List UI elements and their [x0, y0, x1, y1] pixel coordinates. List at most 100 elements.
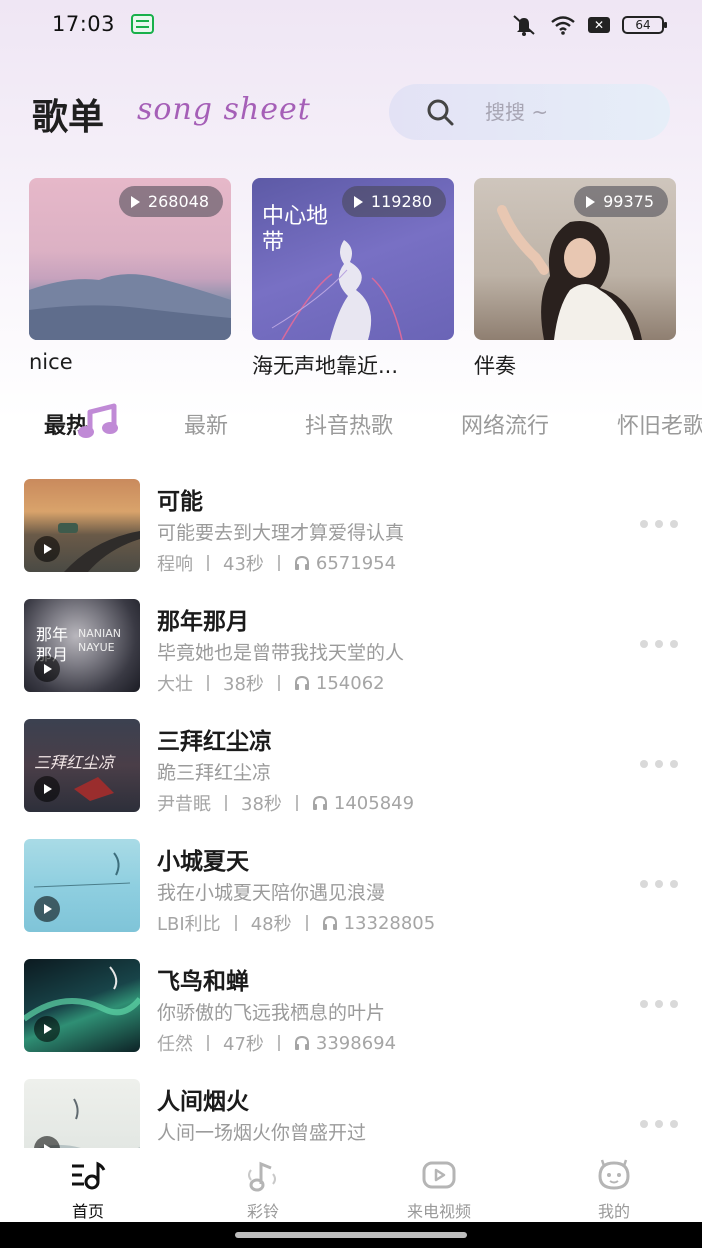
playlist-card[interactable]: 中心地带 119280 海无声地靠近...	[252, 178, 454, 380]
more-options-icon[interactable]	[640, 760, 678, 768]
meta-divider	[225, 795, 227, 811]
playlist-cover[interactable]: 99375	[474, 178, 676, 340]
tab-internet-popular[interactable]: 网络流行	[461, 408, 549, 440]
playlist-title[interactable]: 海无声地靠近...	[252, 350, 454, 380]
meta-divider	[234, 915, 237, 931]
video-play-icon	[422, 1161, 456, 1189]
song-duration: 38秒	[241, 794, 282, 815]
song-artist: 任然	[157, 1034, 193, 1055]
song-lyric: 人间一场烟火你曾盛开过	[157, 1122, 367, 1144]
cover-play-icon[interactable]	[34, 536, 60, 562]
song-cover[interactable]: 那年那月 NANIAN NAYUE	[24, 599, 140, 692]
song-lyric: 你骄傲的飞远我栖息的叶片	[157, 1002, 386, 1024]
song-cover[interactable]	[24, 479, 140, 572]
bottom-navigation: 首页 彩铃 来电视频 我的	[0, 1148, 702, 1222]
meta-divider	[295, 795, 298, 811]
song-plays: 154062	[315, 672, 385, 694]
song-title: 三拜红尘凉	[157, 729, 272, 755]
nav-label: 首页	[71, 1202, 104, 1221]
featured-playlists: 268048 nice 中心地带 119280 海无声地靠近... 99375 …	[29, 178, 679, 383]
playlist-card[interactable]: 99375 伴奏	[474, 178, 676, 380]
headphones-icon	[294, 555, 309, 570]
meta-divider	[277, 675, 280, 691]
song-artist: 大壮	[157, 674, 193, 695]
song-plays: 1405849	[333, 792, 415, 814]
cover-text-en: NANIAN NAYUE	[78, 627, 121, 654]
more-options-icon[interactable]	[640, 520, 678, 528]
nav-call-video[interactable]: 来电视频	[379, 1148, 499, 1222]
battery-icon: 64	[622, 16, 667, 34]
song-row[interactable]: 三拜红尘凉 三拜红尘凉 跪三拜红尘凉 尹昔眠 38秒 1405849	[0, 710, 702, 830]
play-icon	[353, 195, 363, 208]
playlist-cover[interactable]: 268048	[29, 178, 231, 340]
headphones-icon	[322, 915, 337, 930]
cover-text: 中心地带	[262, 204, 329, 255]
play-count-badge: 99375	[574, 186, 668, 217]
meta-divider	[277, 555, 280, 571]
meta-divider	[277, 1035, 280, 1051]
song-plays: 3398694	[315, 1032, 397, 1054]
profile-face-icon	[598, 1159, 630, 1190]
song-meta: 任然 47秒 3398694	[157, 1030, 396, 1056]
playlist-cover[interactable]: 中心地带 119280	[252, 178, 454, 340]
song-cover[interactable]	[24, 1079, 140, 1148]
cover-play-icon[interactable]	[34, 776, 60, 802]
system-home-indicator[interactable]	[0, 1222, 702, 1248]
song-meta: 尹昔眠 38秒 1405849	[157, 790, 414, 816]
song-meta: 程响 43秒 6571954	[157, 550, 396, 576]
cover-play-icon[interactable]	[34, 896, 60, 922]
song-meta: 大壮 38秒 154062	[157, 670, 385, 696]
song-row[interactable]: 小城夏天 我在小城夏天陪你遇见浪漫 LBI利比 48秒 13328805	[0, 830, 702, 950]
song-row[interactable]: 飞鸟和蝉 你骄傲的飞远我栖息的叶片 任然 47秒 3398694	[0, 950, 702, 1070]
nav-ringtone[interactable]: 彩铃	[203, 1148, 323, 1222]
playlist-title[interactable]: nice	[29, 350, 231, 374]
status-icons: ✕ 64	[510, 14, 667, 36]
song-row[interactable]: 那年那月 NANIAN NAYUE 那年那月 毕竟她也是曾带我找天堂的人 大壮 …	[0, 590, 702, 710]
more-options-icon[interactable]	[640, 880, 678, 888]
nav-home[interactable]: 首页	[28, 1148, 148, 1222]
play-count: 99375	[603, 192, 654, 211]
meta-divider	[207, 1035, 209, 1051]
search-input[interactable]	[485, 100, 665, 124]
song-row[interactable]: 可能 可能要去到大理才算爱得认真 程响 43秒 6571954	[0, 470, 702, 590]
page-title-script: song sheet	[137, 92, 311, 127]
tab-newest[interactable]: 最新	[184, 408, 228, 440]
cover-play-icon[interactable]	[34, 1016, 60, 1042]
play-count-badge: 119280	[341, 186, 446, 217]
song-plays: 6571954	[315, 552, 397, 574]
song-title: 那年那月	[157, 609, 249, 635]
cover-play-icon[interactable]	[34, 656, 60, 682]
song-cover[interactable]: 三拜红尘凉	[24, 719, 140, 812]
more-options-icon[interactable]	[640, 1000, 678, 1008]
song-cover[interactable]	[24, 839, 140, 932]
more-options-icon[interactable]	[640, 1120, 678, 1128]
headphones-icon	[294, 675, 309, 690]
song-row[interactable]: 人间烟火 人间一场烟火你曾盛开过	[0, 1070, 702, 1148]
tab-nostalgic[interactable]: 怀旧老歌	[617, 408, 702, 440]
status-time: 17:03	[52, 12, 116, 36]
playlist-title[interactable]: 伴奏	[474, 350, 676, 380]
more-options-icon[interactable]	[640, 640, 678, 648]
ringtone-note-icon	[248, 1161, 276, 1192]
playlist-card[interactable]: 268048 nice	[29, 178, 231, 374]
mute-bell-icon	[513, 15, 535, 36]
nav-profile[interactable]: 我的	[554, 1148, 674, 1222]
song-duration: 38秒	[223, 674, 264, 695]
song-lyric: 我在小城夏天陪你遇见浪漫	[157, 882, 386, 904]
play-icon	[586, 195, 596, 208]
tab-douyin-hits[interactable]: 抖音热歌	[305, 408, 393, 440]
status-bar: 17:03 ✕ 64	[0, 0, 702, 50]
meta-divider	[305, 915, 308, 931]
sim-blocked-icon: ✕	[588, 17, 610, 33]
song-lyric: 毕竟她也是曾带我找天堂的人	[157, 642, 405, 664]
song-lyric: 可能要去到大理才算爱得认真	[157, 522, 405, 544]
play-count: 119280	[370, 192, 432, 211]
song-title: 小城夏天	[157, 849, 249, 875]
notification-app-icon	[131, 14, 154, 34]
search-bar[interactable]	[389, 84, 670, 140]
song-cover[interactable]	[24, 959, 140, 1052]
song-duration: 47秒	[223, 1034, 264, 1055]
song-artist: 尹昔眠	[157, 794, 211, 815]
song-title: 可能	[157, 489, 203, 515]
music-note-icon	[78, 403, 118, 438]
